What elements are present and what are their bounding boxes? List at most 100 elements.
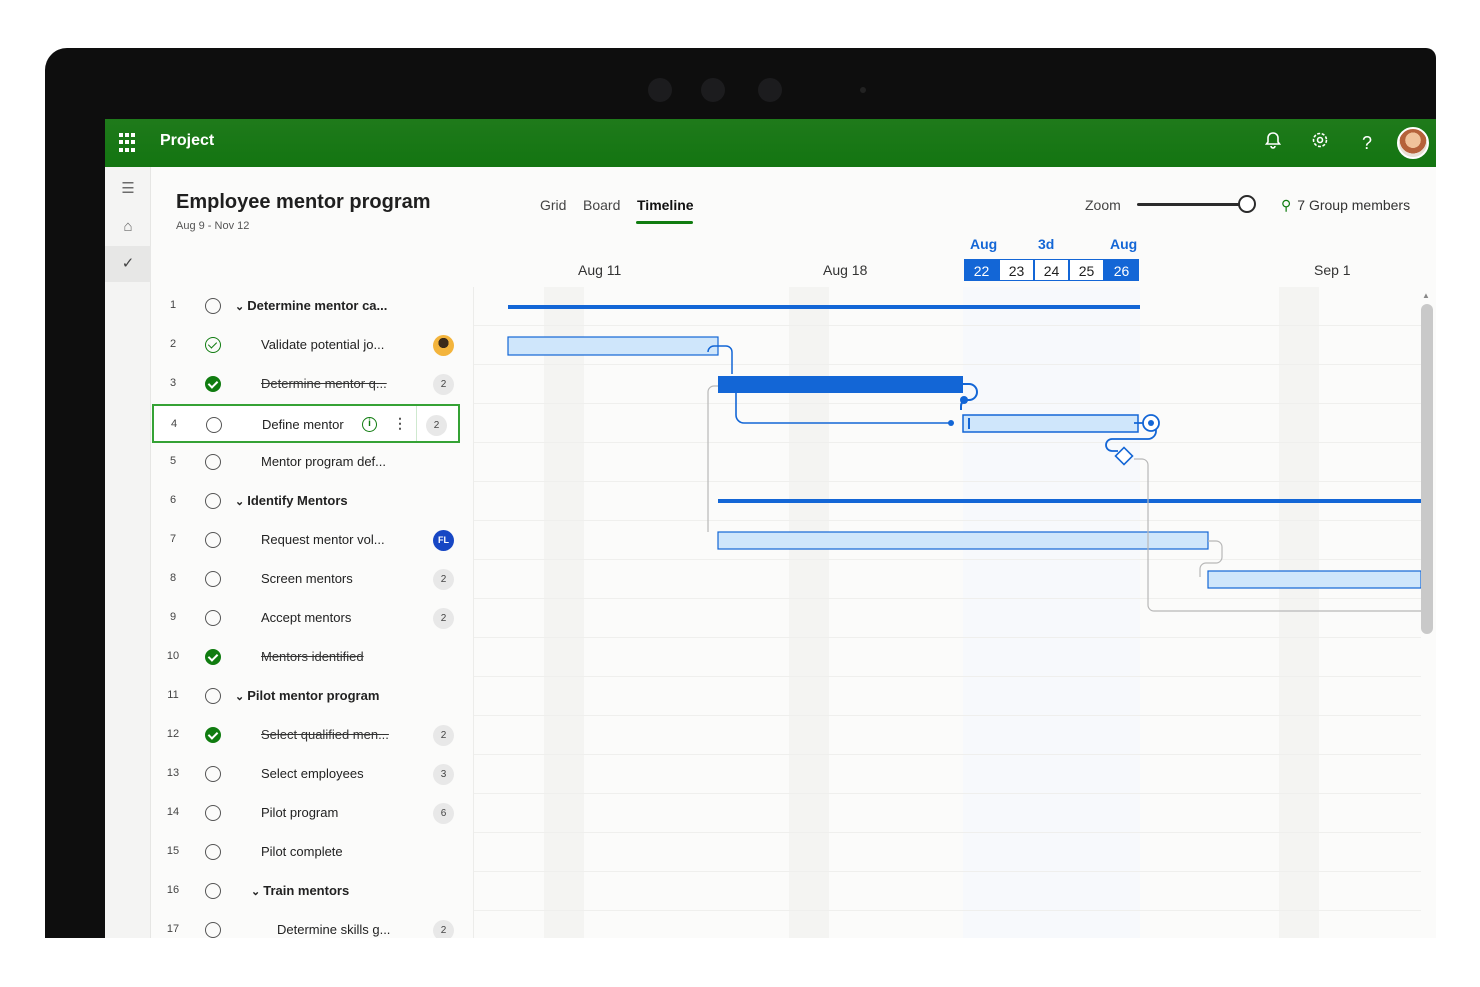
task-bar-completed[interactable] — [718, 376, 963, 393]
summary-task-name[interactable]: ⌄ Train mentors — [251, 883, 349, 898]
task-complete-checkbox[interactable] — [205, 883, 221, 899]
task-complete-checkbox[interactable] — [205, 649, 221, 665]
day-cell[interactable]: 25 — [1069, 259, 1104, 281]
task-bar[interactable] — [507, 336, 719, 356]
camera-icon — [701, 78, 725, 102]
task-row[interactable]: 8 Screen mentors 2 — [153, 560, 473, 599]
check-icon[interactable]: ✓ — [105, 246, 151, 282]
task-complete-checkbox[interactable] — [205, 337, 221, 353]
task-row[interactable]: 13 Select employees 3 — [153, 755, 473, 794]
vertical-scrollbar[interactable] — [1421, 304, 1433, 634]
more-options-icon[interactable]: ⋮ — [393, 415, 407, 432]
task-name[interactable]: Accept mentors — [261, 610, 351, 625]
task-row[interactable]: 1 ⌄ Determine mentor ca... — [153, 287, 473, 326]
task-number: 4 — [170, 418, 178, 430]
avatar[interactable] — [1397, 127, 1429, 159]
task-name[interactable]: Mentor program def... — [261, 454, 386, 469]
task-name[interactable]: Validate potential jo... — [261, 337, 384, 352]
tab-grid[interactable]: Grid — [540, 197, 566, 213]
task-row[interactable]: 14 Pilot program 6 — [153, 794, 473, 833]
task-complete-checkbox[interactable] — [205, 688, 221, 704]
task-complete-checkbox[interactable] — [205, 766, 221, 782]
task-name[interactable]: Determine mentor q... — [261, 376, 387, 391]
task-row[interactable]: 3 Determine mentor q... 2 — [153, 365, 473, 404]
scroll-up-arrow[interactable]: ▲ — [1422, 291, 1430, 300]
home-icon[interactable]: ⌂ — [105, 209, 151, 245]
task-name[interactable]: Request mentor vol... — [261, 532, 385, 547]
day-cell[interactable]: 26 — [1104, 259, 1139, 281]
tab-timeline[interactable]: Timeline — [637, 197, 694, 213]
app-launcher-icon[interactable] — [119, 133, 139, 153]
task-name[interactable]: Select qualified men... — [261, 727, 389, 742]
task-name-label: Determine skills g... — [277, 922, 391, 937]
task-row[interactable]: 7 Request mentor vol... FL — [153, 521, 473, 560]
task-row[interactable]: 15 Pilot complete — [153, 833, 473, 872]
task-complete-checkbox[interactable] — [205, 298, 221, 314]
assignee-badge[interactable]: 6 — [433, 803, 454, 824]
assignee-badge[interactable]: 2 — [426, 415, 447, 436]
task-complete-checkbox[interactable] — [205, 454, 221, 470]
task-name[interactable]: Pilot program — [261, 805, 338, 820]
tab-board[interactable]: Board — [583, 197, 620, 213]
task-name[interactable]: Determine skills g... — [277, 922, 390, 937]
zoom-slider-handle[interactable] — [1238, 195, 1256, 213]
task-complete-checkbox[interactable] — [205, 376, 221, 392]
assignee-badge[interactable]: 3 — [433, 764, 454, 785]
task-row[interactable]: 12 Select qualified men... 2 — [153, 716, 473, 755]
assignee-avatar[interactable] — [433, 335, 454, 356]
task-complete-checkbox[interactable] — [205, 532, 221, 548]
assignee-badge[interactable]: 2 — [433, 920, 454, 938]
day-cell[interactable]: 24 — [1034, 259, 1069, 281]
resize-handle-left[interactable] — [968, 418, 970, 429]
task-row[interactable]: 9 Accept mentors 2 — [153, 599, 473, 638]
day-cell[interactable]: 22 — [964, 259, 999, 281]
chevron-down-icon[interactable]: ⌄ — [235, 690, 244, 703]
summary-task-name[interactable]: ⌄ Pilot mentor program — [235, 688, 379, 703]
day-cell[interactable]: 23 — [999, 259, 1034, 281]
task-row[interactable]: 2 Validate potential jo... — [153, 326, 473, 365]
task-name[interactable]: Mentors identified — [261, 649, 364, 664]
task-row[interactable]: 16 ⌄ Train mentors — [153, 872, 473, 911]
task-row[interactable]: 6 ⌄ Identify Mentors — [153, 482, 473, 521]
task-complete-checkbox[interactable] — [205, 610, 221, 626]
task-complete-checkbox[interactable] — [206, 417, 222, 433]
task-name[interactable]: Select employees — [261, 766, 364, 781]
task-row[interactable]: 5 Mentor program def... — [153, 443, 473, 482]
assignee-badge[interactable]: FL — [433, 530, 454, 551]
task-complete-checkbox[interactable] — [205, 844, 221, 860]
summary-task-name[interactable]: ⌄ Identify Mentors — [235, 493, 348, 508]
task-name[interactable]: Screen mentors — [261, 571, 353, 586]
summary-bar[interactable] — [718, 499, 1421, 503]
task-row[interactable]: 10 Mentors identified — [153, 638, 473, 677]
task-bar[interactable] — [1207, 570, 1422, 589]
task-complete-checkbox[interactable] — [205, 727, 221, 743]
group-members-button[interactable]: ⚲ 7 Group members — [1281, 197, 1410, 214]
gear-icon[interactable] — [1308, 131, 1332, 155]
task-name[interactable]: Define mentor — [262, 417, 344, 432]
help-icon[interactable]: ? — [1355, 131, 1379, 155]
assignee-badge[interactable]: 2 — [433, 725, 454, 746]
assignee-badge[interactable]: 2 — [433, 608, 454, 629]
hamburger-icon[interactable]: ☰ — [105, 171, 151, 207]
app-name[interactable]: Project — [160, 132, 214, 150]
info-icon[interactable]: i — [362, 417, 377, 432]
task-bar-selected[interactable] — [962, 414, 1139, 433]
chevron-down-icon[interactable]: ⌄ — [235, 495, 244, 508]
task-bar[interactable] — [717, 531, 1209, 550]
task-name[interactable]: Pilot complete — [261, 844, 343, 859]
task-complete-checkbox[interactable] — [205, 922, 221, 938]
chevron-down-icon[interactable]: ⌄ — [251, 885, 260, 898]
task-row[interactable]: 17 Determine skills g... 2 — [153, 911, 473, 938]
bell-icon[interactable] — [1261, 131, 1285, 155]
task-complete-checkbox[interactable] — [205, 805, 221, 821]
summary-task-name[interactable]: ⌄ Determine mentor ca... — [235, 298, 387, 313]
task-row[interactable]: 11 ⌄ Pilot mentor program — [153, 677, 473, 716]
chevron-down-icon[interactable]: ⌄ — [235, 300, 244, 313]
assignee-badge[interactable]: 2 — [433, 374, 454, 395]
task-complete-checkbox[interactable] — [205, 493, 221, 509]
task-row[interactable]: 4 Define mentor i ⋮ 2 — [152, 404, 460, 443]
zoom-slider[interactable] — [1137, 203, 1251, 206]
summary-bar[interactable] — [508, 305, 1140, 309]
assignee-badge[interactable]: 2 — [433, 569, 454, 590]
task-complete-checkbox[interactable] — [205, 571, 221, 587]
